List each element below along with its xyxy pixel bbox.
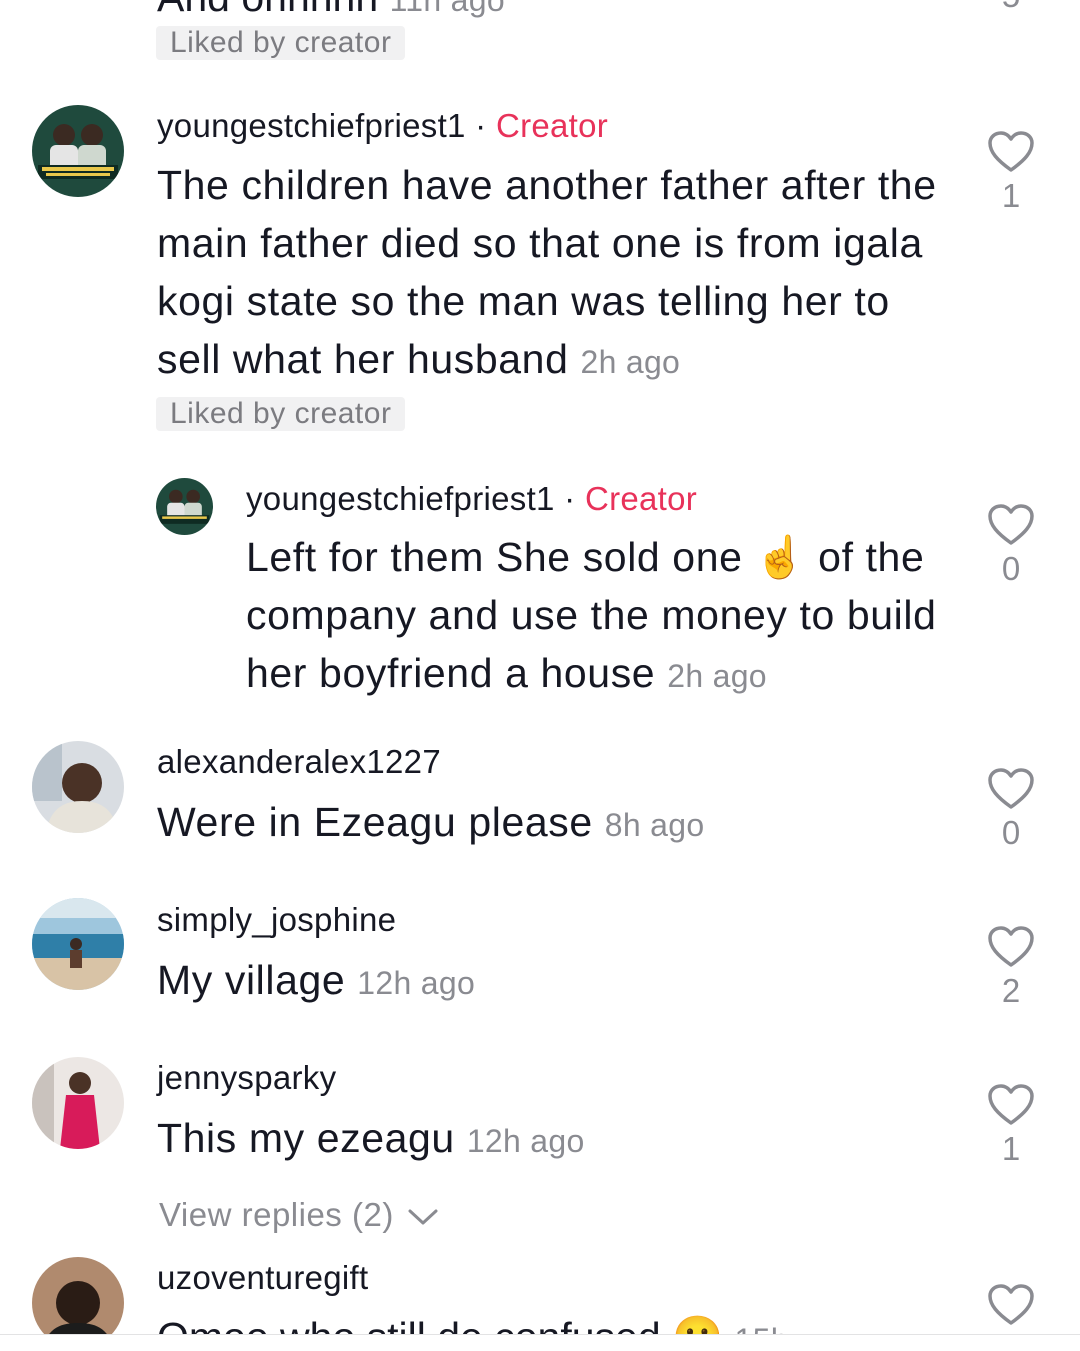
like-count: 0	[1001, 550, 1021, 587]
heart-outline-icon	[988, 926, 1034, 967]
like-count: 2	[1001, 972, 1021, 1009]
previous-comment-text: And ohhhhh 11h ago	[157, 0, 505, 20]
previous-like-count: 5	[981, 0, 1041, 14]
comment-text: The children have another father after t…	[157, 162, 937, 382]
like-button[interactable]: 2	[981, 925, 1041, 1009]
comment-time: 12h ago	[466, 1123, 585, 1159]
heart-outline-icon	[988, 1284, 1034, 1325]
like-count: 1	[1001, 177, 1021, 214]
liked-by-creator-badge: Liked by creator	[156, 26, 406, 60]
liked-by-creator-badge: Liked by creator	[156, 397, 406, 431]
comment-time: 8h ago	[604, 807, 705, 843]
comment-text: My village 12h ago	[157, 957, 476, 1003]
like-button[interactable]: 0	[981, 767, 1041, 851]
creator-tag: Creator	[495, 107, 609, 144]
like-count: 0	[1001, 814, 1021, 851]
heart-outline-icon	[988, 131, 1034, 172]
creator-flyer-avatar[interactable]	[156, 478, 213, 535]
comment-username[interactable]: uzoventuregift	[157, 1258, 369, 1298]
comment-username[interactable]: jennysparky	[157, 1058, 336, 1098]
like-button[interactable]	[981, 1283, 1041, 1327]
heart-outline-icon	[988, 504, 1034, 545]
comment-time: 2h ago	[667, 658, 767, 694]
heart-outline-icon	[988, 768, 1034, 809]
comment-time: 2h ago	[580, 344, 681, 380]
bottom-divider	[0, 1334, 1080, 1351]
comment-text: This my ezeagu 12h ago	[157, 1115, 585, 1161]
man-portrait-avatar[interactable]	[32, 741, 124, 833]
heart-outline-icon	[988, 1084, 1034, 1125]
pointing-up-emoji: ☝️	[754, 534, 807, 580]
reply-username[interactable]: youngestchiefpriest1 · Creator	[246, 479, 697, 519]
view-replies-button[interactable]: View replies (2)	[159, 1196, 439, 1234]
comment-time: 12h ago	[357, 965, 476, 1001]
creator-tag: Creator	[584, 480, 698, 517]
chevron-down-icon	[408, 1209, 438, 1225]
like-button[interactable]: 1	[981, 1083, 1041, 1167]
like-count: 1	[1001, 1130, 1021, 1167]
comment-username[interactable]: simply_josphine	[157, 900, 396, 940]
comment-text: Were in Ezeagu please 8h ago	[157, 799, 705, 845]
smile-emoji: 🙂	[672, 1314, 723, 1334]
poolside-photo-avatar[interactable]	[32, 898, 124, 990]
previous-like-button[interactable]: 5	[981, 0, 1041, 14]
comment-username[interactable]: youngestchiefpriest1 · Creator	[157, 106, 608, 146]
like-button[interactable]: 0	[981, 503, 1041, 587]
creator-flyer-avatar[interactable]	[32, 105, 124, 197]
reply-text: Left for them She sold one ☝️ of the com…	[246, 534, 937, 696]
comment-username[interactable]: alexanderalex1227	[157, 742, 441, 782]
comment-text: Omoo who still de confused 🙂 15h	[157, 1308, 789, 1334]
woman-red-dress-avatar[interactable]	[32, 1057, 124, 1149]
like-button[interactable]: 1	[981, 130, 1041, 214]
